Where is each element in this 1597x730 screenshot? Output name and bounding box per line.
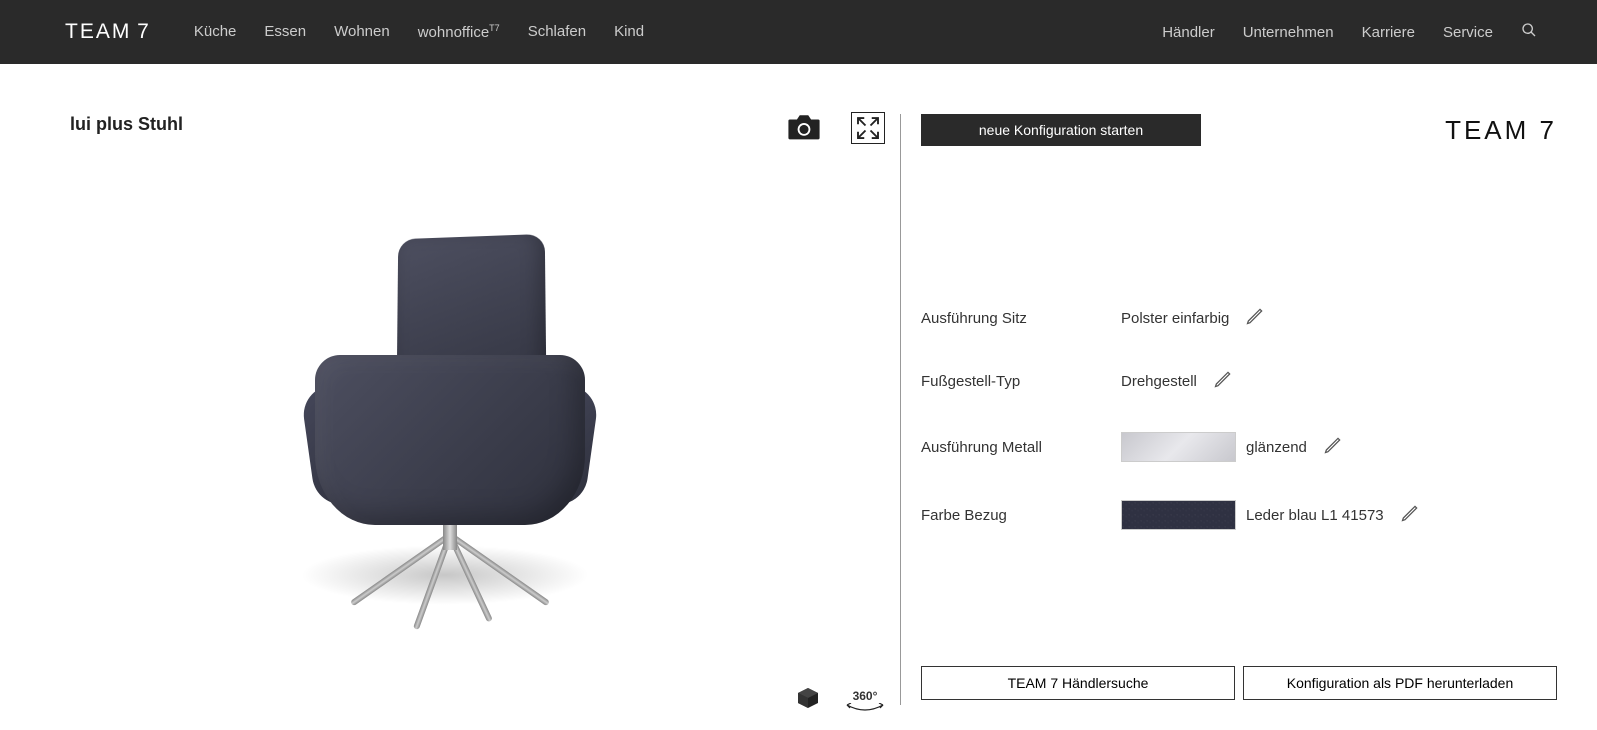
swatch-leather: [1121, 500, 1236, 530]
dealer-search-button[interactable]: TEAM 7 Händlersuche: [921, 666, 1235, 700]
config-row-base: Fußgestell-Typ Drehgestell: [921, 369, 1557, 394]
pencil-icon[interactable]: [1213, 369, 1233, 394]
config-label: Ausführung Sitz: [921, 310, 1121, 327]
pencil-icon[interactable]: [1245, 306, 1265, 331]
config-row-seat: Ausführung Sitz Polster einfarbig: [921, 306, 1557, 331]
config-panel: neue Konfiguration starten TEAM 7 Ausfüh…: [901, 64, 1597, 730]
rotate-360-icon[interactable]: 360°: [845, 689, 885, 713]
nav-essen[interactable]: Essen: [264, 23, 306, 41]
fullscreen-icon[interactable]: [851, 112, 885, 144]
nav-primary: Küche Essen Wohnen wohnofficeT7 Schlafen…: [194, 23, 644, 41]
logo-main[interactable]: TEAM 7: [65, 20, 149, 44]
nav-karriere[interactable]: Karriere: [1362, 24, 1415, 41]
config-label: Farbe Bezug: [921, 507, 1121, 524]
nav-kind[interactable]: Kind: [614, 23, 644, 41]
config-row-cover: Farbe Bezug Leder blau L1 41573: [921, 500, 1557, 530]
header: TEAM 7 Küche Essen Wohnen wohnofficeT7 S…: [0, 0, 1597, 64]
pencil-icon[interactable]: [1400, 503, 1420, 528]
cube-icon[interactable]: [796, 686, 820, 715]
main-container: lui plus Stuhl: [0, 64, 1597, 730]
viewer-panel: lui plus Stuhl: [0, 64, 900, 730]
nav-kueche[interactable]: Küche: [194, 23, 237, 41]
nav-haendler[interactable]: Händler: [1162, 24, 1215, 41]
config-value: glänzend: [1246, 439, 1307, 456]
swatch-metal: [1121, 432, 1236, 462]
config-value: Polster einfarbig: [1121, 310, 1229, 327]
product-3d-viewer[interactable]: [260, 215, 640, 645]
nav-secondary: Händler Unternehmen Karriere Service: [1162, 22, 1537, 43]
nav-schlafen[interactable]: Schlafen: [528, 23, 586, 41]
download-pdf-button[interactable]: Konfiguration als PDF herunterladen: [1243, 666, 1557, 700]
nav-unternehmen[interactable]: Unternehmen: [1243, 24, 1334, 41]
config-label: Fußgestell-Typ: [921, 373, 1121, 390]
nav-service[interactable]: Service: [1443, 24, 1493, 41]
nav-wohnen[interactable]: Wohnen: [334, 23, 390, 41]
config-row-metal: Ausführung Metall glänzend: [921, 432, 1557, 462]
pencil-icon[interactable]: [1323, 435, 1343, 460]
config-rows: Ausführung Sitz Polster einfarbig Fußges…: [921, 306, 1557, 530]
new-configuration-button[interactable]: neue Konfiguration starten: [921, 114, 1201, 146]
logo-right: TEAM 7: [1445, 115, 1557, 146]
product-title: lui plus Stuhl: [70, 114, 880, 135]
search-icon[interactable]: [1521, 22, 1537, 43]
config-value: Leder blau L1 41573: [1246, 507, 1384, 524]
nav-wohnoffice[interactable]: wohnofficeT7: [418, 23, 500, 41]
config-value: Drehgestell: [1121, 373, 1197, 390]
config-label: Ausführung Metall: [921, 439, 1121, 456]
camera-icon[interactable]: [787, 112, 821, 144]
